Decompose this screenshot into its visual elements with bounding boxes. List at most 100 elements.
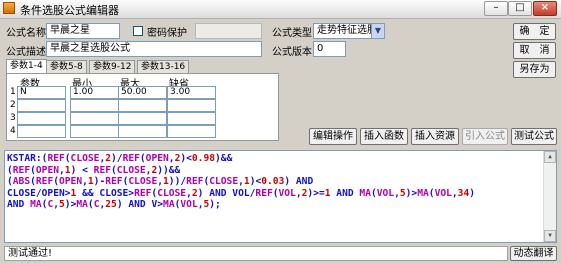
code-token: VOL bbox=[180, 199, 198, 210]
param-max-cell[interactable] bbox=[118, 99, 167, 112]
code-token: )&& bbox=[215, 153, 233, 164]
param-default-cell[interactable] bbox=[167, 112, 216, 125]
code-token: )> bbox=[64, 199, 77, 210]
code-token: )/ bbox=[111, 153, 123, 164]
close-button[interactable]: × bbox=[533, 1, 557, 16]
code-token: VOL bbox=[376, 187, 395, 199]
code-token: )< bbox=[249, 176, 262, 187]
password-input[interactable] bbox=[195, 23, 262, 39]
code-token: REF bbox=[35, 176, 54, 187]
param-default-cell[interactable] bbox=[167, 99, 216, 112]
chevron-down-icon[interactable]: ▼ bbox=[371, 24, 384, 38]
param-row-number: 4 bbox=[10, 126, 16, 136]
code-token: 0.03 bbox=[261, 176, 285, 187]
param-name-cell[interactable]: N bbox=[17, 86, 66, 99]
code-token: MA bbox=[163, 199, 175, 210]
param-min-cell[interactable] bbox=[70, 125, 119, 138]
window-title: 条件选股公式编辑器 bbox=[20, 4, 119, 17]
code-token: VOL bbox=[434, 187, 452, 199]
code-token: MA bbox=[30, 199, 42, 210]
code-line: KSTAR:(REF(CLOSE,2)/REF(OPEN,2)<0.98)&& bbox=[7, 153, 554, 165]
code-token: CLOSE bbox=[209, 176, 239, 187]
code-token: ABS bbox=[12, 176, 31, 187]
param-row-number: 2 bbox=[10, 100, 16, 110]
code-token: ) bbox=[469, 187, 476, 199]
code-token: OPEN bbox=[59, 176, 83, 187]
code-token: ) AND V> bbox=[116, 199, 164, 210]
password-checkbox[interactable] bbox=[133, 26, 143, 36]
vertical-scrollbar[interactable]: ▲ ▼ bbox=[543, 151, 556, 242]
code-token: REF bbox=[255, 187, 273, 199]
code-token: CLOSE bbox=[128, 176, 158, 187]
formula-version-input[interactable]: 0 bbox=[313, 41, 346, 57]
code-token: )< bbox=[180, 153, 192, 164]
code-token: )>= bbox=[307, 187, 325, 199]
param-default-cell[interactable]: 3.00 bbox=[167, 86, 216, 99]
scroll-up-icon[interactable]: ▲ bbox=[544, 151, 556, 163]
code-lines: KSTAR:(REF(CLOSE,2)/REF(OPEN,2)<0.98)&&(… bbox=[7, 153, 554, 211]
param-name-cell[interactable] bbox=[17, 99, 66, 112]
tab-params-1-4[interactable]: 参数1-4 bbox=[6, 59, 47, 74]
code-token: CLOSE/OPEN> bbox=[7, 187, 71, 199]
code-line: AND MA(C,5)>MA(C,25) AND V>MA(VOL,5); bbox=[7, 199, 554, 211]
formula-version-label: 公式版本 bbox=[272, 47, 312, 58]
code-token: 34 bbox=[457, 187, 470, 199]
status-bar: 测试通过! bbox=[4, 246, 508, 261]
tab-params-5-8[interactable]: 参数5-8 bbox=[46, 60, 87, 73]
param-max-cell[interactable] bbox=[118, 125, 167, 138]
code-token: ) AND VOL/ bbox=[197, 187, 256, 199]
translate-button[interactable]: 动态翻译 bbox=[510, 246, 557, 261]
param-max-cell[interactable] bbox=[118, 112, 167, 125]
formula-name-input[interactable]: 早晨之星 bbox=[46, 23, 120, 39]
code-line: CLOSE/OPEN>1 && CLOSE>REF(CLOSE,2) AND V… bbox=[7, 188, 554, 200]
param-min-cell[interactable] bbox=[70, 99, 119, 112]
tab-params-9-12[interactable]: 参数9-12 bbox=[89, 60, 136, 73]
code-token: )- bbox=[93, 176, 106, 187]
insert-resource-button[interactable]: 插入资源 bbox=[411, 128, 459, 145]
edit-ops-button[interactable]: 编辑操作 bbox=[309, 128, 357, 145]
param-name-cell[interactable] bbox=[17, 112, 66, 125]
code-token: ))&& bbox=[157, 164, 181, 176]
param-min-cell[interactable]: 1.00 bbox=[70, 86, 119, 99]
ok-button[interactable]: 确 定 bbox=[513, 23, 556, 40]
formula-code-editor[interactable]: KSTAR:(REF(CLOSE,2)/REF(OPEN,2)<0.98)&&(… bbox=[4, 150, 557, 243]
code-token: CLOSE bbox=[70, 153, 100, 164]
param-default-cell[interactable] bbox=[167, 125, 216, 138]
cancel-button[interactable]: 取 消 bbox=[513, 42, 556, 59]
param-row-number: 3 bbox=[10, 113, 16, 123]
code-token: KSTAR:( bbox=[7, 153, 48, 164]
app-icon bbox=[3, 2, 15, 14]
title-bar[interactable]: 条件选股公式编辑器 – □ × bbox=[0, 0, 561, 19]
save-as-button[interactable]: 另存为 bbox=[513, 61, 556, 78]
code-token: )> bbox=[405, 187, 418, 199]
minimize-button[interactable]: – bbox=[484, 1, 508, 16]
code-token: ); bbox=[209, 199, 221, 210]
code-token: REF bbox=[12, 164, 31, 176]
code-token: ))/ bbox=[168, 176, 187, 187]
code-token: 0.98 bbox=[191, 153, 216, 164]
formula-type-label: 公式类型 bbox=[272, 28, 312, 39]
param-max-cell[interactable]: 50.00 bbox=[118, 86, 167, 99]
code-token: REF bbox=[134, 187, 152, 199]
code-token: OPEN bbox=[145, 153, 169, 164]
code-line: (ABS(REF(OPEN,1)-REF(CLOSE,1))/REF(CLOSE… bbox=[7, 176, 554, 188]
code-token: REF bbox=[122, 153, 140, 164]
code-line: (REF(OPEN,1) < REF(CLOSE,2))&& bbox=[7, 165, 554, 177]
param-min-cell[interactable] bbox=[70, 112, 119, 125]
import-formula-button[interactable]: 引入公式 bbox=[462, 128, 508, 145]
code-token: REF bbox=[186, 176, 204, 187]
param-name-cell[interactable] bbox=[17, 125, 66, 138]
code-token: MA bbox=[359, 187, 371, 199]
tab-params-13-16[interactable]: 参数13-16 bbox=[137, 60, 190, 73]
insert-function-button[interactable]: 插入函数 bbox=[360, 128, 408, 145]
formula-desc-input[interactable]: 早晨之星选股公式 bbox=[46, 41, 262, 57]
code-token: MA bbox=[417, 187, 429, 199]
formula-type-select[interactable]: 走势特征选股 ▼ bbox=[313, 23, 385, 39]
code-token: MA bbox=[76, 199, 88, 210]
formula-type-value: 走势特征选股 bbox=[317, 25, 377, 36]
code-token: REF bbox=[105, 176, 123, 187]
param-row-number: 1 bbox=[10, 87, 16, 97]
maximize-button[interactable]: □ bbox=[508, 1, 532, 16]
scroll-down-icon[interactable]: ▼ bbox=[544, 230, 556, 242]
test-formula-button[interactable]: 测试公式 bbox=[511, 128, 557, 145]
